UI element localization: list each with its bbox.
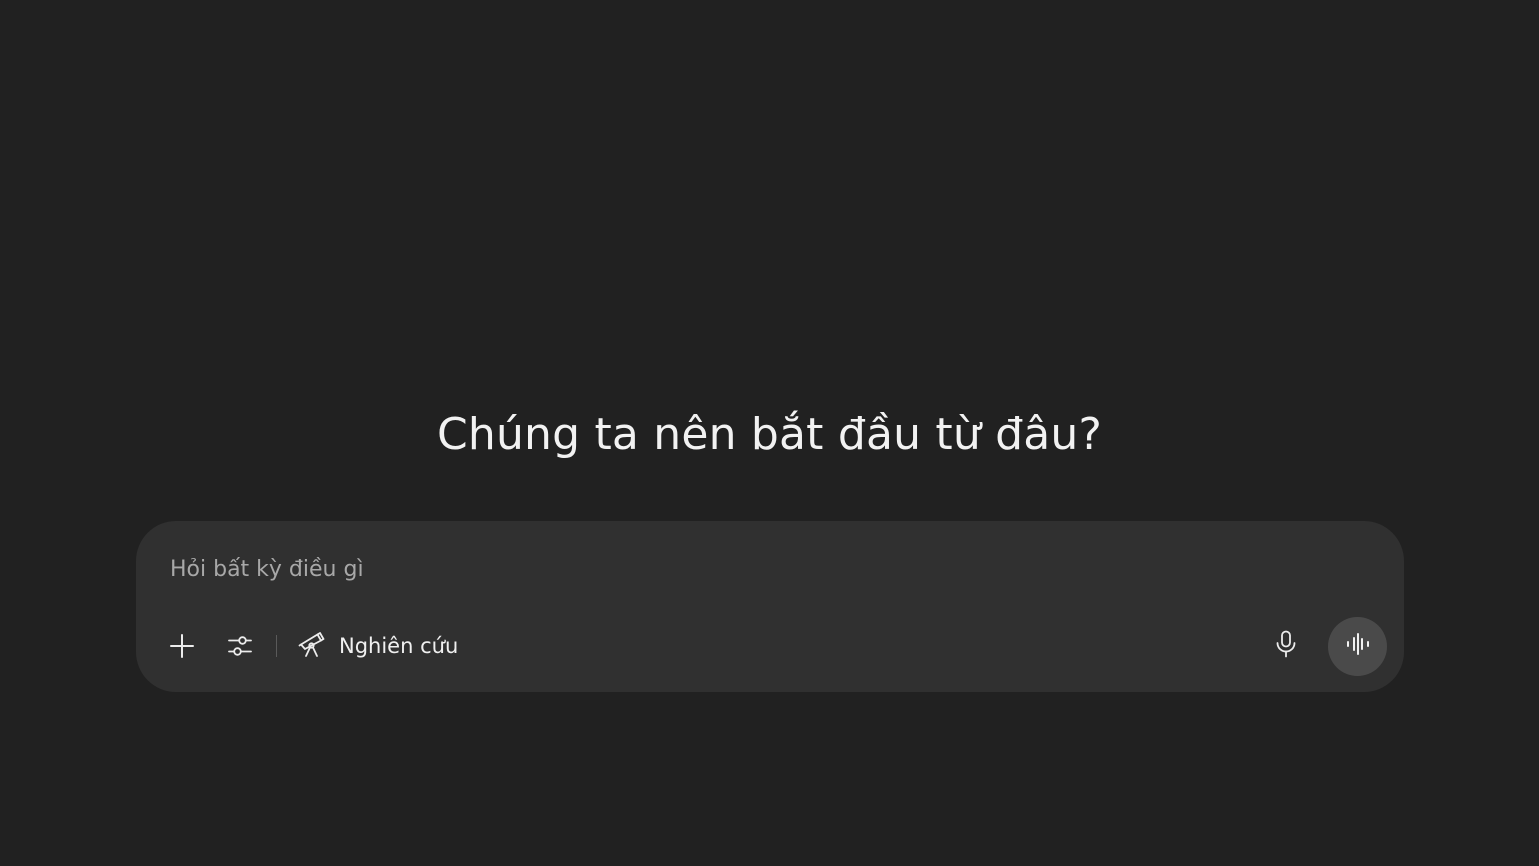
plus-icon xyxy=(169,633,195,659)
toolbar-divider xyxy=(276,635,277,657)
dictate-button[interactable] xyxy=(1264,624,1308,668)
voice-mode-button[interactable] xyxy=(1328,616,1387,676)
voice-waveform-icon xyxy=(1345,632,1371,660)
page-title: Chúng ta nên bắt đầu từ đâu? xyxy=(436,409,1103,460)
add-button[interactable] xyxy=(160,624,204,668)
composer-toolbar-right xyxy=(1264,616,1387,676)
telescope-icon xyxy=(297,629,327,663)
composer-toolbar-left: Nghiên cứu xyxy=(160,624,464,668)
composer: Nghiên cứu xyxy=(136,521,1404,692)
research-button[interactable]: Nghiên cứu xyxy=(293,624,464,668)
research-label: Nghiên cứu xyxy=(339,634,459,658)
microphone-icon xyxy=(1273,629,1299,663)
chat-page: Chúng ta nên bắt đầu từ đâu? Hỏi bất kỳ … xyxy=(0,0,1539,866)
sliders-icon xyxy=(226,632,254,660)
tools-button[interactable] xyxy=(218,624,262,668)
prompt-input[interactable] xyxy=(170,551,1270,587)
